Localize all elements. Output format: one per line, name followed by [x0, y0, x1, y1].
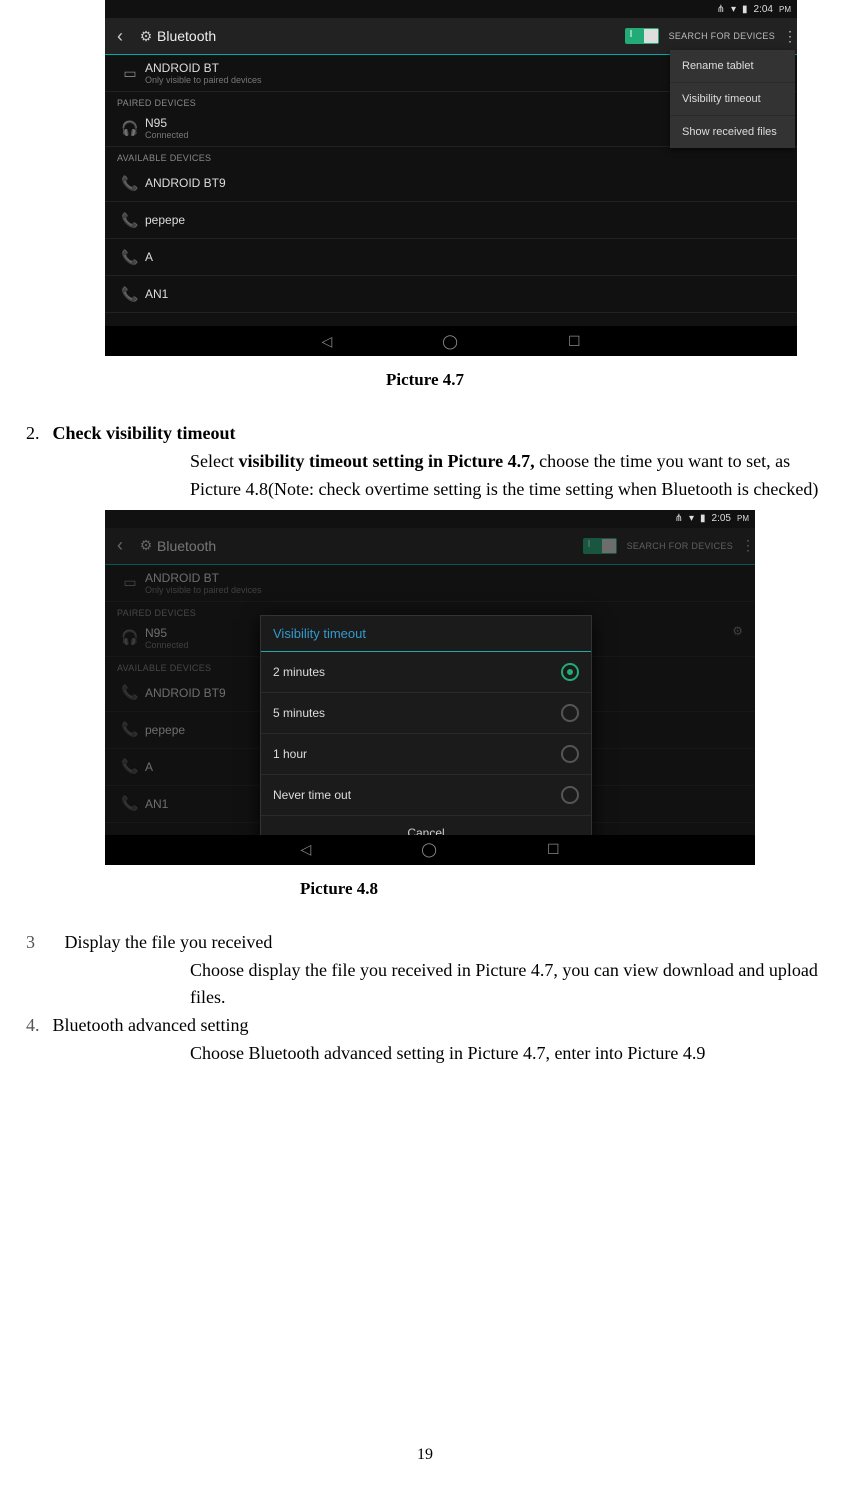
search-devices-button: SEARCH FOR DEVICES: [627, 541, 733, 551]
system-nav-bar: ◁ ◯ ☐: [105, 835, 755, 865]
nav-home-icon[interactable]: ◯: [421, 841, 437, 858]
option-5-minutes[interactable]: 5 minutes: [261, 693, 591, 734]
battery-icon: ▮: [742, 4, 748, 15]
radio-icon: [561, 786, 579, 804]
caption-picture-4-7: Picture 4.7: [20, 370, 830, 390]
bluetooth-icon: ⋔: [675, 513, 683, 524]
item4-number: 4.: [26, 1012, 48, 1040]
caption-picture-4-8: Picture 4.8: [300, 879, 830, 899]
bluetooth-toggle: I: [583, 538, 617, 554]
phone-icon: 📞: [115, 721, 145, 738]
available-device-row[interactable]: 📞 A: [105, 239, 797, 276]
tablet-icon: ▭: [115, 574, 145, 591]
overflow-menu-icon[interactable]: ⋮: [783, 28, 797, 45]
settings-gear-icon: ⚙: [135, 537, 157, 554]
nav-recents-icon[interactable]: ☐: [568, 333, 581, 350]
item4-heading: Bluetooth advanced setting: [53, 1015, 249, 1035]
status-bar: ⋔ ▾ ▮ 2:04 PM: [105, 0, 797, 18]
phone-icon: 📞: [115, 175, 145, 192]
device-settings-icon: ⚙: [732, 624, 743, 638]
menu-show-received-files[interactable]: Show received files: [670, 116, 795, 148]
radio-selected-icon: [561, 663, 579, 681]
phone-icon: 📞: [115, 795, 145, 812]
status-time: 2:04: [754, 4, 773, 15]
item2-heading: Check visibility timeout: [53, 423, 236, 443]
screenshot-visibility-dialog: ⋔ ▾ ▮ 2:05 PM ‹ ⚙ Bluetooth I SEARCH FOR…: [105, 510, 755, 865]
available-device-row[interactable]: 📞 ANDROID BT9: [105, 165, 797, 202]
bluetooth-toggle[interactable]: I: [625, 28, 659, 44]
status-ampm: PM: [779, 5, 791, 14]
radio-icon: [561, 745, 579, 763]
phone-icon: 📞: [115, 286, 145, 303]
menu-rename-tablet[interactable]: Rename tablet: [670, 50, 795, 83]
dialog-title: Visibility timeout: [261, 616, 591, 652]
phone-icon: 📞: [115, 212, 145, 229]
item3-number: 3: [26, 929, 48, 957]
phone-icon: 📞: [115, 249, 145, 266]
tablet-icon: ▭: [115, 65, 145, 82]
section-available: AVAILABLE DEVICES: [105, 147, 797, 165]
status-ampm: PM: [737, 514, 749, 523]
phone-icon: 📞: [115, 758, 145, 775]
headphones-icon: 🎧: [115, 120, 145, 137]
list-item-4: 4. Bluetooth advanced setting: [26, 1012, 830, 1040]
menu-visibility-timeout[interactable]: Visibility timeout: [670, 83, 795, 116]
document-page: ⋔ ▾ ▮ 2:04 PM ‹ ⚙ Bluetooth I SEARCH FOR…: [0, 0, 850, 1490]
overflow-menu: Rename tablet Visibility timeout Show re…: [670, 50, 795, 148]
self-device-row: ▭ ANDROID BT Only visible to paired devi…: [105, 565, 755, 602]
item2-body: Select visibility timeout setting in Pic…: [190, 448, 830, 504]
battery-icon: ▮: [700, 513, 706, 524]
visibility-timeout-dialog: Visibility timeout 2 minutes 5 minutes 1…: [260, 615, 592, 851]
back-icon: ‹: [105, 535, 135, 556]
available-device-row[interactable]: 📞 pepepe: [105, 202, 797, 239]
list-item-3: 3 Display the file you received: [26, 929, 830, 957]
option-1-hour[interactable]: 1 hour: [261, 734, 591, 775]
nav-home-icon[interactable]: ◯: [442, 333, 458, 350]
nav-back-icon[interactable]: ◁: [300, 841, 311, 858]
header-title: Bluetooth: [157, 28, 625, 44]
system-nav-bar: ◁ ◯ ☐: [105, 326, 797, 356]
back-icon[interactable]: ‹: [105, 26, 135, 47]
status-time: 2:05: [712, 513, 731, 524]
nav-back-icon[interactable]: ◁: [321, 333, 332, 350]
item2-number: 2.: [26, 420, 48, 448]
settings-gear-icon: ⚙: [135, 28, 157, 45]
wifi-icon: ▾: [689, 513, 694, 524]
search-devices-button[interactable]: SEARCH FOR DEVICES: [669, 31, 775, 41]
radio-icon: [561, 704, 579, 722]
headphones-icon: 🎧: [115, 629, 145, 646]
page-number: 19: [0, 1446, 850, 1464]
bluetooth-icon: ⋔: [717, 4, 725, 15]
available-device-row[interactable]: 📞 AN1: [105, 276, 797, 313]
overflow-menu-icon: ⋮: [741, 537, 755, 554]
option-never-time-out[interactable]: Never time out: [261, 775, 591, 816]
header-title: Bluetooth: [157, 538, 583, 554]
status-bar: ⋔ ▾ ▮ 2:05 PM: [105, 510, 755, 528]
item3-heading: Display the file you received: [65, 932, 273, 952]
nav-recents-icon[interactable]: ☐: [547, 841, 560, 858]
wifi-icon: ▾: [731, 4, 736, 15]
app-header: ‹ ⚙ Bluetooth I SEARCH FOR DEVICES ⋮: [105, 528, 755, 565]
option-2-minutes[interactable]: 2 minutes: [261, 652, 591, 693]
item4-body: Choose Bluetooth advanced setting in Pic…: [190, 1040, 830, 1068]
phone-icon: 📞: [115, 684, 145, 701]
list-item-2: 2. Check visibility timeout: [26, 420, 830, 448]
item3-body: Choose display the file you received in …: [190, 957, 830, 1013]
screenshot-bluetooth-menu: ⋔ ▾ ▮ 2:04 PM ‹ ⚙ Bluetooth I SEARCH FOR…: [105, 0, 797, 356]
